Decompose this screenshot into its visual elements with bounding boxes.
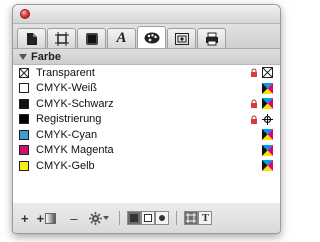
color-list: Transparent CMYK-Weiß CMYK-Schwarz Regis… [13, 65, 280, 211]
color-swatch [19, 160, 29, 171]
color-row-cmyk-cyan[interactable]: CMYK-Cyan [13, 127, 280, 143]
stroke-mode-toggle[interactable] [141, 211, 156, 225]
lock-icon [251, 115, 257, 124]
disclosure-triangle-icon[interactable] [19, 53, 27, 60]
lock-icon [251, 68, 257, 77]
tab-frame[interactable] [47, 28, 76, 48]
image-icon [174, 32, 189, 45]
text-icon: T [201, 211, 210, 224]
none-mode-icon [262, 67, 273, 78]
color-row-cmyk-schwarz[interactable]: CMYK-Schwarz [13, 96, 280, 112]
tab-page[interactable] [17, 28, 46, 48]
delete-color-button[interactable]: – [70, 211, 77, 226]
color-name: Transparent [36, 66, 95, 79]
cmyk-mode-icon [262, 144, 273, 156]
stroke-square-icon [144, 214, 153, 222]
footer-divider [176, 211, 178, 225]
dot-icon [159, 215, 166, 221]
color-panel: A Farbe Transparent CMYK-Weiß CMYK-Schwa… [12, 4, 281, 234]
panel-footer: + + – T [13, 203, 280, 233]
color-swatch [19, 145, 29, 156]
cmyk-mode-icon [262, 160, 273, 171]
panel-titlebar [13, 5, 280, 24]
transparent-swatch-icon [19, 67, 29, 78]
footer-divider [119, 211, 121, 225]
color-swatch [19, 98, 29, 109]
lock-icon [251, 99, 257, 108]
chevron-down-icon [103, 216, 110, 220]
color-name: CMYK-Cyan [36, 128, 98, 141]
fill-square-icon [130, 214, 139, 222]
color-row-transparent[interactable]: Transparent [13, 65, 280, 81]
character-icon: A [116, 30, 127, 46]
add-gradient-button[interactable]: + [37, 211, 57, 226]
add-color-button[interactable]: + [21, 211, 29, 226]
tab-color[interactable] [137, 26, 166, 48]
page-icon [26, 32, 37, 45]
tab-image[interactable] [167, 28, 196, 48]
gear-icon [89, 211, 103, 225]
cmyk-mode-icon [262, 129, 273, 140]
color-row-cmyk-magenta[interactable]: CMYK Magenta [13, 143, 280, 159]
color-name: Registrierung [36, 113, 102, 126]
frame-apply-toggle[interactable] [184, 211, 199, 225]
color-name: CMYK-Weiß [36, 82, 97, 95]
color-name: CMYK-Schwarz [36, 97, 114, 110]
shade-mode-toggle[interactable] [155, 211, 170, 225]
cmyk-mode-icon [262, 98, 273, 109]
color-name: CMYK-Gelb [36, 159, 95, 172]
panel-tabs: A [13, 24, 280, 49]
gradient-swatch-icon [45, 212, 57, 224]
color-row-cmyk-gelb[interactable]: CMYK-Gelb [13, 158, 280, 174]
add-gradient-label: + [36, 210, 45, 226]
frame-icon [186, 213, 197, 223]
color-swatch [19, 129, 29, 140]
text-apply-toggle[interactable]: T [198, 211, 213, 225]
color-palette-icon [144, 32, 159, 43]
color-row-registrierung[interactable]: Registrierung [13, 112, 280, 128]
color-swatch [19, 83, 29, 94]
section-title: Farbe [31, 50, 61, 63]
registration-mode-icon [262, 113, 273, 125]
close-button[interactable] [20, 9, 30, 19]
color-name: CMYK Magenta [36, 144, 114, 157]
section-header-farbe[interactable]: Farbe [13, 49, 280, 65]
tab-print[interactable] [197, 28, 226, 48]
tab-character[interactable]: A [107, 28, 136, 48]
tab-object-style[interactable] [77, 28, 106, 48]
fill-mode-toggle[interactable] [127, 211, 142, 225]
color-row-cmyk-weiss[interactable]: CMYK-Weiß [13, 81, 280, 97]
print-icon [205, 32, 218, 45]
frame-icon [54, 31, 69, 46]
object-style-icon [85, 32, 98, 45]
options-menu-button[interactable] [89, 211, 110, 225]
color-swatch [19, 114, 29, 125]
cmyk-mode-icon [262, 82, 273, 94]
